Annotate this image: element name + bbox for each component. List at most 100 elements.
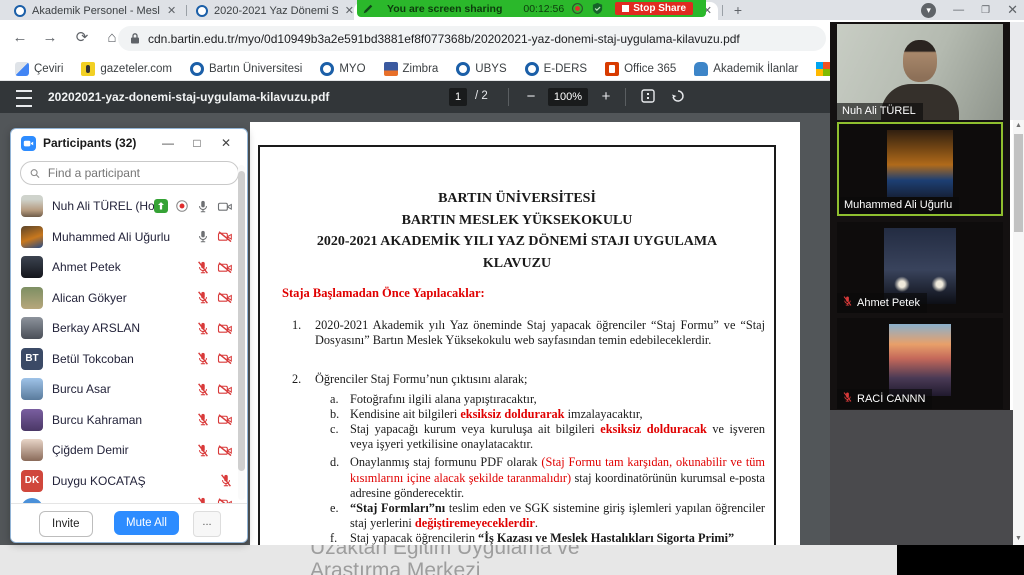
participant-row[interactable]: Berkay ARSLAN bbox=[11, 313, 241, 344]
scroll-up-icon[interactable]: ▲ bbox=[1013, 120, 1024, 132]
tab-title: 2020-2021 Yaz Dönemi Staj Duyu bbox=[214, 5, 338, 17]
tab-close-icon[interactable]: ✕ bbox=[167, 5, 176, 17]
mic-off-icon[interactable] bbox=[196, 412, 210, 427]
participant-row[interactable]: Burcu Kahraman bbox=[11, 405, 241, 436]
video-name-label: Ahmet Petek bbox=[837, 293, 927, 313]
forward-icon[interactable]: → bbox=[40, 28, 60, 48]
close-button[interactable]: ✕ bbox=[1007, 2, 1018, 18]
bookmark-akademik-i-lanlar[interactable]: Akademik İlanlar bbox=[687, 61, 805, 76]
bookmark-label: Bartın Üniversitesi bbox=[209, 62, 303, 75]
mute-all-button[interactable]: Mute All bbox=[114, 511, 179, 535]
panel-minimize-button[interactable]: — bbox=[157, 136, 179, 150]
video-thumbnail[interactable]: Nuh Ali TÜREL bbox=[837, 24, 1003, 120]
doc-text-segment: değiştiremeyeceklerdir bbox=[414, 516, 535, 531]
mic-off-icon[interactable] bbox=[196, 382, 210, 397]
zoom-out-icon[interactable]: − bbox=[522, 87, 540, 107]
scrollbar-thumb[interactable] bbox=[1014, 134, 1023, 232]
mic-on-icon[interactable] bbox=[196, 199, 210, 214]
fit-page-icon[interactable] bbox=[639, 89, 657, 109]
rotate-icon[interactable] bbox=[669, 89, 687, 109]
panel-maximize-button[interactable]: □ bbox=[186, 136, 208, 150]
tab-close-icon[interactable]: ✕ bbox=[345, 5, 354, 17]
mic-off-icon[interactable] bbox=[196, 260, 210, 275]
document-list: 1. 2020-2021 Akademik yılı Yaz öneminde S… bbox=[292, 318, 765, 545]
avatar bbox=[21, 286, 43, 309]
participant-search-box[interactable] bbox=[20, 161, 239, 185]
participant-row[interactable]: BT Betül Tokcoban bbox=[11, 344, 241, 375]
zoom-in-icon[interactable]: + bbox=[597, 87, 615, 107]
translate-icon bbox=[15, 61, 29, 76]
participant-row[interactable]: Ahmet Petek bbox=[11, 252, 241, 283]
panel-close-button[interactable]: ✕ bbox=[215, 136, 237, 150]
participant-row[interactable]: Nuh Ali TÜREL (Host, me) bbox=[11, 191, 241, 222]
maximize-button[interactable]: ❐ bbox=[981, 5, 990, 16]
pdf-filename: 20202021-yaz-donemi-staj-uygulama-kilavu… bbox=[48, 90, 330, 104]
scrollbar-thumb[interactable] bbox=[238, 171, 245, 471]
video-strip-top-gap bbox=[1010, 22, 1024, 120]
security-shield-icon[interactable] bbox=[591, 2, 604, 15]
zoom-level[interactable]: 100% bbox=[548, 88, 588, 106]
mic-off-icon[interactable] bbox=[196, 290, 210, 305]
video-thumbnail[interactable]: RACİ CANNN bbox=[837, 318, 1003, 409]
bookmark-label: gazeteler.com bbox=[100, 62, 172, 75]
participant-row[interactable]: Muhammed Ali Uğurlu bbox=[11, 222, 241, 253]
scroll-down-icon[interactable]: ▼ bbox=[1013, 533, 1024, 545]
mic-off-icon[interactable] bbox=[196, 443, 210, 458]
reload-icon[interactable]: ⟳ bbox=[72, 28, 92, 48]
participant-row[interactable]: Alican Gökyer bbox=[11, 283, 241, 314]
cam-off-icon[interactable] bbox=[217, 383, 233, 396]
video-thumbnail[interactable]: Ahmet Petek bbox=[837, 222, 1003, 313]
mic-off-icon[interactable] bbox=[196, 351, 210, 366]
bookmark-zimbra[interactable]: Zimbra bbox=[377, 61, 446, 76]
cam-off-icon[interactable] bbox=[217, 291, 233, 304]
cam-off-icon[interactable] bbox=[217, 413, 233, 426]
cam-off-icon[interactable] bbox=[217, 352, 233, 365]
cam-off-icon[interactable] bbox=[217, 322, 233, 335]
new-tab-button[interactable]: + bbox=[730, 3, 746, 19]
avatar: BT bbox=[21, 347, 43, 370]
bookmark-myo[interactable]: MYO bbox=[313, 61, 372, 76]
more-options-button[interactable]: ... bbox=[193, 511, 221, 537]
cam-on-icon[interactable] bbox=[217, 200, 233, 213]
cam-off-icon[interactable] bbox=[217, 444, 233, 457]
back-icon[interactable]: ← bbox=[10, 28, 30, 48]
cam-off-icon[interactable] bbox=[217, 230, 233, 243]
participant-row[interactable]: Burcu Asar bbox=[11, 374, 241, 405]
invite-button[interactable]: Invite bbox=[39, 511, 93, 537]
participants-header[interactable]: Participants (32) — □ ✕ bbox=[11, 129, 247, 157]
bookmark--eviri[interactable]: Çeviri bbox=[8, 61, 70, 76]
record-icon bbox=[175, 199, 189, 213]
participant-name: Çiğdem Demir bbox=[52, 443, 129, 458]
bookmark-e-ders[interactable]: E-DERS bbox=[518, 61, 594, 76]
participant-row[interactable]: DK Duygu KOCATAŞ bbox=[11, 466, 241, 497]
bookmark-office-365[interactable]: Office 365 bbox=[598, 61, 683, 76]
participants-scrollbar[interactable] bbox=[238, 165, 245, 500]
bookmark-gazeteler-com[interactable]: gazeteler.com bbox=[74, 61, 179, 76]
profile-icon[interactable]: ▾ bbox=[921, 2, 937, 18]
participant-status-icons bbox=[154, 199, 233, 214]
toolbar-divider bbox=[625, 88, 626, 106]
stop-share-button[interactable]: Stop Share bbox=[615, 2, 694, 15]
tab-akademik-personel[interactable]: Akademik Personel - Meslek Yüks ✕ bbox=[8, 2, 184, 20]
search-input[interactable] bbox=[45, 165, 229, 181]
video-thumbnail[interactable]: Muhammed Ali Uğurlu bbox=[837, 122, 1003, 216]
cam-off-icon[interactable] bbox=[217, 261, 233, 274]
bartin-icon bbox=[190, 61, 204, 76]
recording-icon[interactable] bbox=[571, 2, 584, 15]
page-number-input[interactable]: 1 bbox=[449, 88, 467, 106]
mic-off-icon[interactable] bbox=[196, 321, 210, 336]
mic-off-icon[interactable] bbox=[219, 473, 233, 488]
lock-icon[interactable] bbox=[130, 32, 140, 45]
doc-list-item: e. “Staj Formları”nı teslim eden ve SGK s… bbox=[330, 501, 765, 531]
tab-staj-duyurusu[interactable]: 2020-2021 Yaz Dönemi Staj Duyu ✕ bbox=[190, 2, 360, 20]
avatar: DK bbox=[21, 469, 43, 492]
minimize-button[interactable]: — bbox=[953, 4, 964, 16]
bookmark-bart-n-niversitesi[interactable]: Bartın Üniversitesi bbox=[183, 61, 309, 76]
menu-icon[interactable] bbox=[16, 90, 32, 107]
bartin-favicon-icon bbox=[14, 5, 26, 17]
bookmark-ubys[interactable]: UBYS bbox=[449, 61, 513, 76]
video-scrollbar[interactable]: ▲ ▼ bbox=[1013, 120, 1024, 545]
participant-row[interactable]: Çiğdem Demir bbox=[11, 435, 241, 466]
mic-on-icon[interactable] bbox=[196, 229, 210, 244]
address-bar[interactable]: cdn.bartin.edu.tr/myo/0d10949b3a2e591bd3… bbox=[118, 26, 826, 51]
